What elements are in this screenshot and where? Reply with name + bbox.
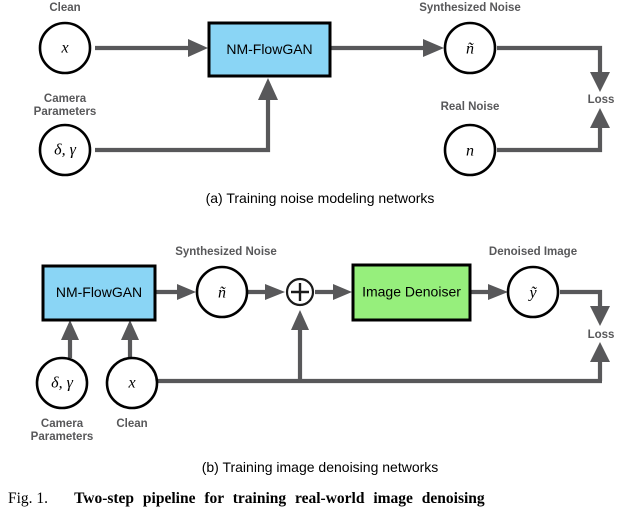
image-denoiser-box-label: Image Denoiser xyxy=(362,284,461,300)
arrow-noise-to-plus-b xyxy=(248,284,285,300)
arrow-flowgan-to-noise-b xyxy=(156,284,196,300)
node-camera-parameters-b-label-line2: Parameters xyxy=(31,431,94,443)
node-camera-parameters-b-label-line1: Camera xyxy=(41,418,84,430)
arrow-realnoise-to-loss-a xyxy=(497,108,610,153)
figure-caption: Fig. 1. Two-step pipeline for training re… xyxy=(8,490,632,508)
node-camera-parameters-a-label-line1: Camera xyxy=(44,93,87,105)
arrow-denoised-to-loss-b xyxy=(560,289,610,326)
node-camera-parameters-a-symbol: δ, γ xyxy=(54,142,76,159)
node-synthesized-noise-a-symbol: ñ xyxy=(466,41,474,58)
node-real-noise-a-symbol: n xyxy=(466,143,474,160)
node-synthesized-noise-b-label: Synthesized Noise xyxy=(175,246,277,258)
nm-flowgan-box-b-label: NM-FlowGAN xyxy=(56,284,142,300)
node-clean-b-symbol: x xyxy=(127,375,135,392)
panel-a: NM-FlowGAN x Clean δ, γ Camera Parameter… xyxy=(34,2,615,177)
node-denoised-image-label: Denoised Image xyxy=(489,246,577,258)
arrow-denoiser-to-denoised-b xyxy=(471,284,508,300)
addition-operator[interactable] xyxy=(285,277,315,307)
arrow-clean-to-flowgan-a xyxy=(95,39,208,57)
node-denoised-image-symbol: ỹ xyxy=(527,285,537,302)
arrow-clean-to-flowgan-b xyxy=(121,320,139,358)
node-clean-a-symbol: x xyxy=(60,40,68,57)
arrow-camera-to-flowgan-b xyxy=(61,320,79,358)
nm-flowgan-box-a-label: NM-FlowGAN xyxy=(226,41,312,57)
loss-label-b: Loss xyxy=(588,329,615,341)
node-real-noise-a-label: Real Noise xyxy=(441,101,500,113)
figure-caption-number: Fig. 1. xyxy=(8,490,49,507)
subcaption-panel-a: (a) Training noise modeling networks xyxy=(205,190,435,206)
arrow-flowgan-to-noise-a xyxy=(331,39,444,57)
node-camera-parameters-a-label-line2: Parameters xyxy=(34,106,97,118)
node-synthesized-noise-a-label: Synthesized Noise xyxy=(419,2,521,14)
arrow-synthnoise-to-loss-a xyxy=(497,45,610,92)
arrow-plus-to-denoiser-b xyxy=(315,284,352,300)
node-clean-a-label: Clean xyxy=(49,2,80,14)
node-clean-b-label: Clean xyxy=(116,418,147,430)
arrow-camera-to-flowgan-a xyxy=(95,78,278,153)
subcaption-panel-b: (b) Training image denoising networks xyxy=(201,459,439,475)
figure-caption-text: Two-step pipeline for training real-worl… xyxy=(74,490,485,507)
loss-label-a: Loss xyxy=(588,94,615,106)
pipeline-diagram: NM-FlowGAN x Clean δ, γ Camera Parameter… xyxy=(31,2,615,443)
panel-b: NM-FlowGAN Image Denoiser ñ Synthesized … xyxy=(31,246,615,443)
node-synthesized-noise-b-symbol: ñ xyxy=(218,285,226,302)
figure-container: NM-FlowGAN x Clean δ, γ Camera Parameter… xyxy=(0,0,640,512)
node-camera-parameters-b-symbol: δ, γ xyxy=(51,375,73,392)
